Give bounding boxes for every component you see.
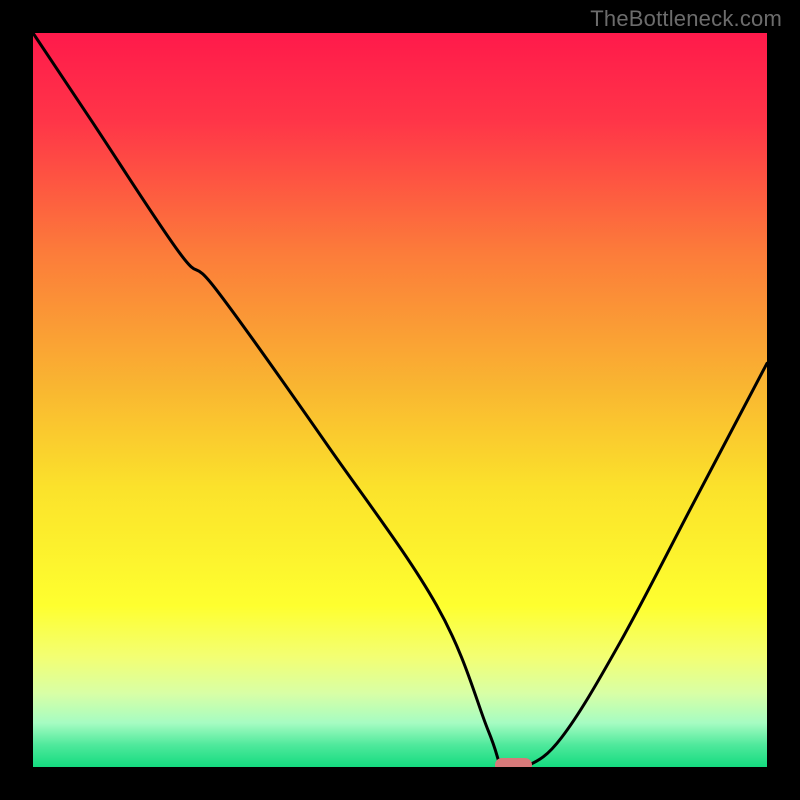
curve-path (33, 33, 767, 767)
chart-frame: TheBottleneck.com (0, 0, 800, 800)
plot-area (33, 33, 767, 767)
bottleneck-curve (33, 33, 767, 767)
watermark-text: TheBottleneck.com (590, 6, 782, 32)
optimal-marker (495, 758, 532, 767)
